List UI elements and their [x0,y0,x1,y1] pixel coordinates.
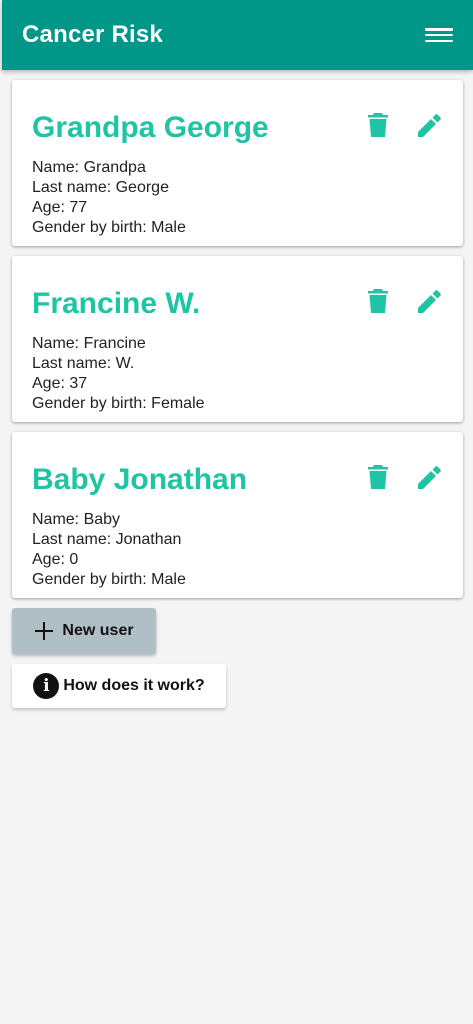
card-actions [365,464,443,490]
user-card: Francine W. Name: Francine Last name: W.… [12,256,463,422]
app: Cancer Risk Grandpa George Name: Grandpa… [2,0,473,1024]
delete-icon[interactable] [365,288,391,314]
how-does-it-work-label: How does it work? [63,677,205,694]
user-first-name: Name: Grandpa [32,159,146,176]
info-icon: i [33,673,60,699]
user-last-name: Last name: Jonathan [32,531,182,548]
user-card: Baby Jonathan Name: Baby Last name: Jona… [12,432,463,598]
user-age: Age: 0 [32,551,79,568]
user-age: Age: 37 [32,375,88,392]
user-age: Age: 77 [32,199,88,216]
new-user-button[interactable]: New user [12,608,156,654]
user-first-name: Name: Francine [32,335,146,352]
new-user-label: New user [62,622,134,639]
app-title: Cancer Risk [22,21,163,48]
user-last-name: Last name: George [32,179,169,196]
hamburger-menu-icon[interactable] [425,24,453,46]
delete-icon[interactable] [365,112,391,138]
card-actions [365,112,443,138]
edit-pencil-icon[interactable] [417,464,443,490]
user-list: Grandpa George Name: Grandpa Last name: … [2,70,473,598]
app-bar: Cancer Risk [2,0,473,70]
user-gender: Gender by birth: Female [32,395,205,412]
edit-pencil-icon[interactable] [417,112,443,138]
delete-icon[interactable] [365,464,391,490]
user-first-name: Name: Baby [32,511,121,528]
user-card: Grandpa George Name: Grandpa Last name: … [12,80,463,246]
user-gender: Gender by birth: Male [32,219,186,236]
edit-pencil-icon[interactable] [417,288,443,314]
plus-icon [35,622,54,640]
how-does-it-work-button[interactable]: i How does it work? [12,664,226,708]
card-actions [365,288,443,314]
user-last-name: Last name: W. [32,355,135,372]
user-gender: Gender by birth: Male [32,571,186,588]
